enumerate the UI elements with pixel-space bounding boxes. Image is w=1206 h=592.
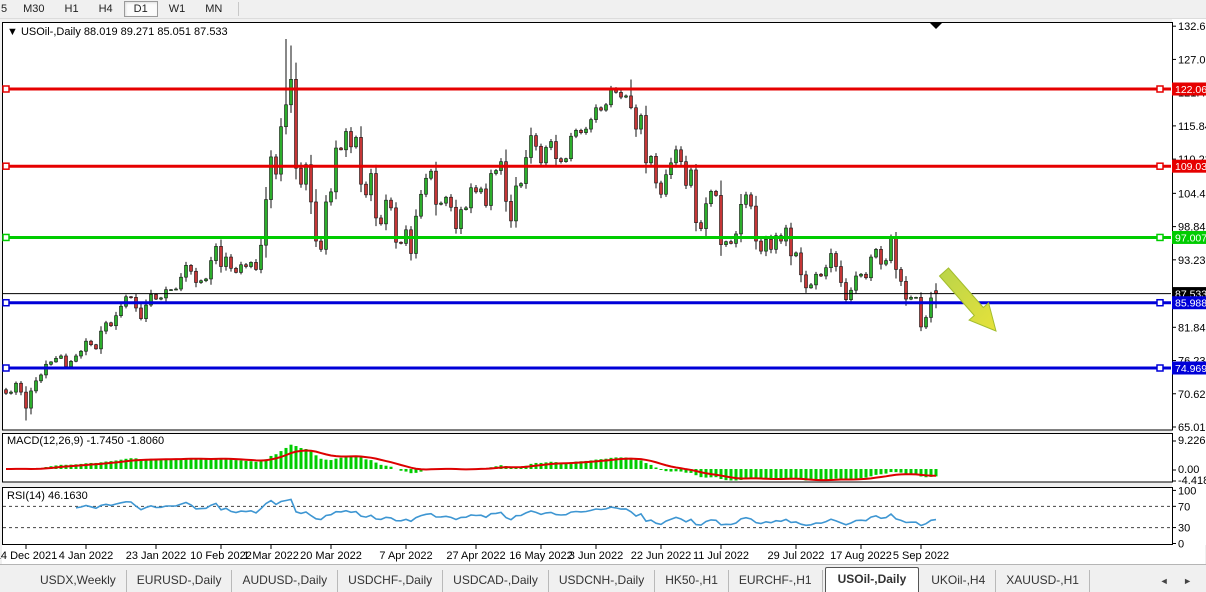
- tab-audusd-daily[interactable]: AUDUSD-,Daily: [232, 570, 338, 592]
- tab-scroll-left-icon[interactable]: ◄: [1160, 576, 1175, 586]
- svg-text:1 Mar 2022: 1 Mar 2022: [243, 550, 299, 562]
- svg-text:7 Apr 2022: 7 Apr 2022: [379, 550, 432, 562]
- period-toolbar: 5M30H1H4D1W1MN: [0, 0, 1206, 19]
- tab-usdcad-daily[interactable]: USDCAD-,Daily: [443, 570, 549, 592]
- instrument-tabbar: USDX,WeeklyEURUSD-,DailyAUDUSD-,DailyUSD…: [0, 564, 1206, 592]
- tab-eurchf-h1[interactable]: EURCHF-,H1: [729, 570, 823, 592]
- period-button-h4[interactable]: H4: [90, 1, 122, 17]
- tab-xauusd-h1[interactable]: XAUUSD-,H1: [996, 570, 1090, 592]
- tab-scroll-arrows: ◄ ►: [1160, 576, 1206, 586]
- svg-text:70: 70: [1178, 501, 1190, 513]
- svg-text:74.969: 74.969: [1175, 363, 1206, 375]
- svg-text:97.007: 97.007: [1175, 232, 1206, 244]
- period-button-5[interactable]: 5: [0, 1, 12, 17]
- svg-text:127.060: 127.060: [1178, 54, 1206, 66]
- svg-text:23 Jan 2022: 23 Jan 2022: [126, 550, 187, 562]
- tab-usdcnh-daily[interactable]: USDCNH-,Daily: [549, 570, 655, 592]
- tab-usoil-daily[interactable]: USOil-,Daily: [825, 567, 920, 592]
- svg-text:65.010: 65.010: [1178, 422, 1206, 434]
- svg-text:93.230: 93.230: [1178, 255, 1206, 267]
- svg-text:29 Jul 2022: 29 Jul 2022: [768, 550, 825, 562]
- macd-label: MACD(12,26,9) -1.7450 -1.8060: [7, 435, 164, 447]
- svg-text:11 Jul 2022: 11 Jul 2022: [693, 550, 749, 562]
- tab-usdx-weekly[interactable]: USDX,Weekly: [30, 570, 127, 592]
- rsi-panel[interactable]: [3, 488, 1173, 545]
- mt4-window: 5M30H1H4D1W1MN 132.670127.060121.450115.…: [0, 0, 1206, 592]
- svg-text:4 Jan 2022: 4 Jan 2022: [59, 550, 113, 562]
- tab-scroll-right-icon[interactable]: ►: [1183, 576, 1198, 586]
- collapse-triangle-icon[interactable]: ▼: [7, 26, 21, 38]
- svg-text:17 Aug 2022: 17 Aug 2022: [830, 550, 892, 562]
- svg-text:0: 0: [1178, 539, 1184, 551]
- svg-text:9.2266: 9.2266: [1178, 435, 1206, 447]
- tab-hk50-h1[interactable]: HK50-,H1: [655, 570, 729, 592]
- svg-text:27 Apr 2022: 27 Apr 2022: [446, 550, 505, 562]
- tab-eurusd-daily[interactable]: EURUSD-,Daily: [127, 570, 233, 592]
- svg-text:122.066: 122.066: [1175, 84, 1206, 96]
- chart-title: ▼ USOil-,Daily 88.019 89.271 85.051 87.5…: [7, 26, 228, 38]
- svg-text:30: 30: [1178, 523, 1190, 535]
- macd-panel[interactable]: [3, 434, 1173, 483]
- toolbar-separator: [238, 2, 239, 16]
- chart-canvas[interactable]: 132.670127.060121.450115.840110.230104.4…: [0, 0, 1206, 592]
- svg-text:14 Dec 2021: 14 Dec 2021: [0, 550, 57, 562]
- svg-text:132.670: 132.670: [1178, 21, 1206, 33]
- svg-text:22 Jun 2022: 22 Jun 2022: [631, 550, 692, 562]
- svg-text:100: 100: [1178, 485, 1196, 497]
- ohlc-values: 88.019 89.271 85.051 87.533: [84, 26, 228, 38]
- rsi-label: RSI(14) 46.1630: [7, 490, 88, 502]
- period-button-mn[interactable]: MN: [196, 1, 231, 17]
- tab-usdchf-daily[interactable]: USDCHF-,Daily: [338, 570, 443, 592]
- svg-text:85.988: 85.988: [1175, 298, 1206, 310]
- svg-text:109.036: 109.036: [1175, 161, 1206, 173]
- svg-text:70.620: 70.620: [1178, 389, 1206, 401]
- svg-text:115.840: 115.840: [1178, 121, 1206, 133]
- period-button-d1[interactable]: D1: [124, 1, 158, 17]
- svg-text:81.840: 81.840: [1178, 322, 1206, 334]
- period-button-h1[interactable]: H1: [56, 1, 88, 17]
- svg-text:104.450: 104.450: [1178, 188, 1206, 200]
- period-button-w1[interactable]: W1: [160, 1, 195, 17]
- svg-text:5 Sep 2022: 5 Sep 2022: [893, 550, 949, 562]
- svg-text:16 May 2022: 16 May 2022: [509, 550, 573, 562]
- period-button-m30[interactable]: M30: [14, 1, 53, 17]
- tabs: USDX,WeeklyEURUSD-,DailyAUDUSD-,DailyUSD…: [30, 566, 1090, 592]
- tab-ukoil-h4[interactable]: UKOil-,H4: [921, 570, 996, 592]
- period-buttons: 5M30H1H4D1W1MN: [0, 1, 232, 17]
- svg-text:3 Jun 2022: 3 Jun 2022: [569, 550, 623, 562]
- svg-text:20 Mar 2022: 20 Mar 2022: [300, 550, 362, 562]
